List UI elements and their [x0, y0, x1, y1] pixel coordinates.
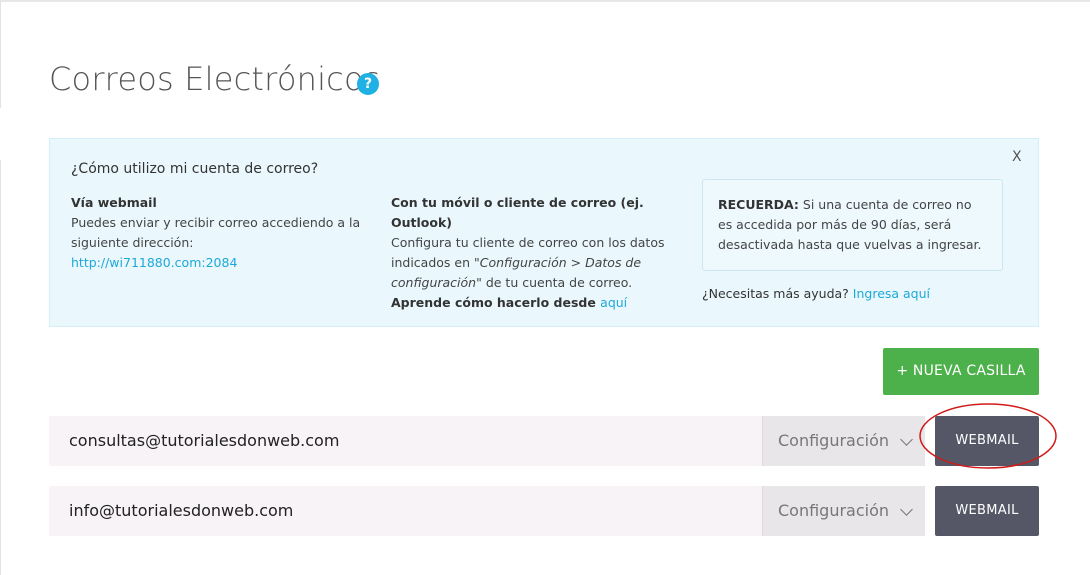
reminder-box: RECUERDA: Si una cuenta de correo no es … [702, 179, 1003, 271]
webmail-info-column: Vía webmail Puedes enviar y recibir corr… [71, 193, 371, 273]
new-mailbox-button[interactable]: + NUEVA CASILLA [883, 348, 1039, 395]
page-title: Correos Electrónicos [49, 60, 381, 98]
client-info-title: Con tu móvil o cliente de correo (ej. Ou… [391, 195, 644, 230]
mailbox-row: consultas@tutorialesdonweb.com Configura… [49, 416, 1039, 466]
more-help-link[interactable]: Ingresa aquí [853, 286, 930, 301]
info-heading: ¿Cómo utilizo mi cuenta de correo? [71, 161, 319, 177]
mailbox-address: info@tutorialesdonweb.com [49, 486, 762, 536]
config-dropdown-label: Configuración [778, 431, 890, 450]
client-info-text-end: de tu cuenta de correo. [481, 275, 633, 290]
learn-text: Aprende cómo hacerlo desde [391, 295, 601, 310]
config-dropdown[interactable]: Configuración [762, 486, 925, 536]
config-dropdown[interactable]: Configuración [762, 416, 925, 466]
webmail-button[interactable]: WEBMAIL [935, 486, 1039, 536]
window-top-border [0, 0, 1090, 2]
reminder-label: RECUERDA: [718, 197, 799, 212]
webmail-url-link[interactable]: http://wi711880.com:2084 [71, 255, 237, 270]
mailbox-address: consultas@tutorialesdonweb.com [49, 416, 762, 466]
client-info-column: Con tu móvil o cliente de correo (ej. Ou… [391, 193, 691, 313]
window-left-border [0, 160, 1, 575]
more-help: ¿Necesitas más ayuda? Ingresa aquí [702, 286, 930, 301]
chevron-down-icon [900, 433, 913, 446]
more-help-text: ¿Necesitas más ayuda? [702, 286, 853, 301]
webmail-button[interactable]: WEBMAIL [935, 416, 1039, 466]
close-icon[interactable]: X [1012, 149, 1022, 165]
learn-here-link[interactable]: aquí [600, 295, 627, 310]
help-icon[interactable]: ? [357, 73, 379, 95]
webmail-info-text: Puedes enviar y recibir correo accediend… [71, 215, 361, 250]
config-dropdown-label: Configuración [778, 501, 890, 520]
window-left-border [0, 2, 1, 108]
mailbox-row: info@tutorialesdonweb.com Configuración … [49, 486, 1039, 536]
webmail-info-title: Vía webmail [71, 195, 157, 210]
chevron-down-icon [900, 503, 913, 516]
